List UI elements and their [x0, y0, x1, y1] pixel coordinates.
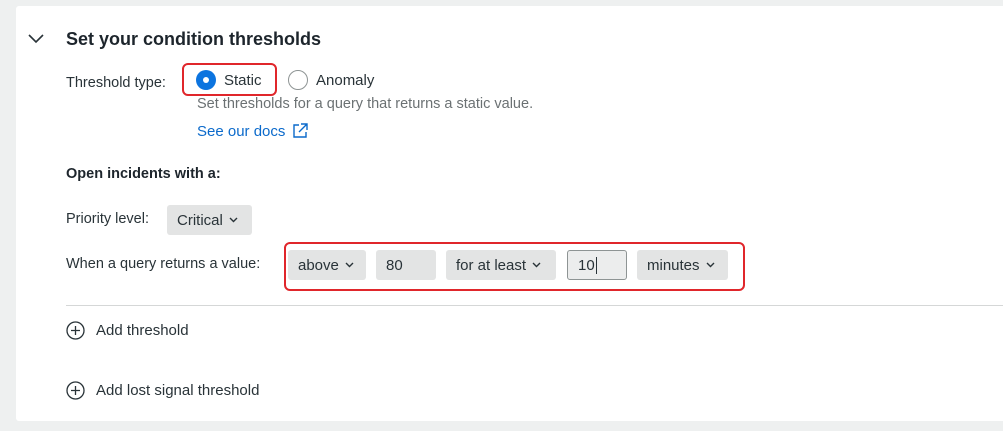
chevron-down-icon — [229, 217, 238, 223]
add-lost-signal-threshold-button[interactable]: Add lost signal threshold — [66, 381, 259, 400]
radio-static[interactable]: Static — [196, 70, 262, 90]
radio-checked-icon — [196, 70, 216, 90]
chevron-down-icon[interactable] — [27, 31, 45, 47]
text-cursor — [595, 256, 597, 274]
duration-mode-value: for at least — [456, 256, 527, 274]
condition-thresholds-panel — [16, 6, 1003, 421]
radio-anomaly-label: Anomaly — [316, 71, 375, 89]
query-returns-label: When a query returns a value: — [66, 256, 261, 272]
priority-level-label: Priority level: — [66, 211, 149, 227]
chevron-down-icon — [706, 262, 715, 268]
radio-unchecked-icon — [288, 70, 308, 90]
operator-value: above — [298, 256, 339, 274]
threshold-type-label: Threshold type: — [66, 75, 166, 91]
duration-unit-value: minutes — [647, 256, 700, 274]
priority-level-select[interactable]: Critical — [167, 205, 252, 235]
threshold-type-description: Set thresholds for a query that returns … — [197, 96, 534, 112]
duration-unit-select[interactable]: minutes — [637, 250, 728, 280]
plus-circle-icon — [66, 321, 85, 340]
add-threshold-label: Add threshold — [96, 322, 189, 339]
add-lost-signal-label: Add lost signal threshold — [96, 382, 260, 399]
duration-value-text: 10 — [578, 256, 595, 274]
section-title: Set your condition thresholds — [66, 29, 322, 49]
priority-level-value: Critical — [177, 211, 223, 229]
plus-circle-icon — [66, 381, 85, 400]
duration-mode-select[interactable]: for at least — [446, 250, 556, 280]
open-incidents-heading: Open incidents with a: — [66, 166, 221, 182]
docs-link-label: See our docs — [197, 122, 286, 140]
add-threshold-button[interactable]: Add threshold — [66, 321, 189, 340]
operator-select[interactable]: above — [288, 250, 366, 280]
chevron-down-icon — [532, 262, 541, 268]
threshold-value-input[interactable]: 80 — [376, 250, 436, 280]
threshold-value-text: 80 — [386, 256, 403, 274]
radio-static-label: Static — [224, 71, 262, 89]
duration-value-input[interactable]: 10 — [567, 250, 627, 280]
chevron-down-icon — [345, 262, 354, 268]
radio-anomaly[interactable]: Anomaly — [288, 70, 374, 90]
see-our-docs-link[interactable]: See our docs — [197, 122, 309, 140]
external-link-icon — [293, 123, 309, 138]
divider — [66, 305, 1003, 306]
